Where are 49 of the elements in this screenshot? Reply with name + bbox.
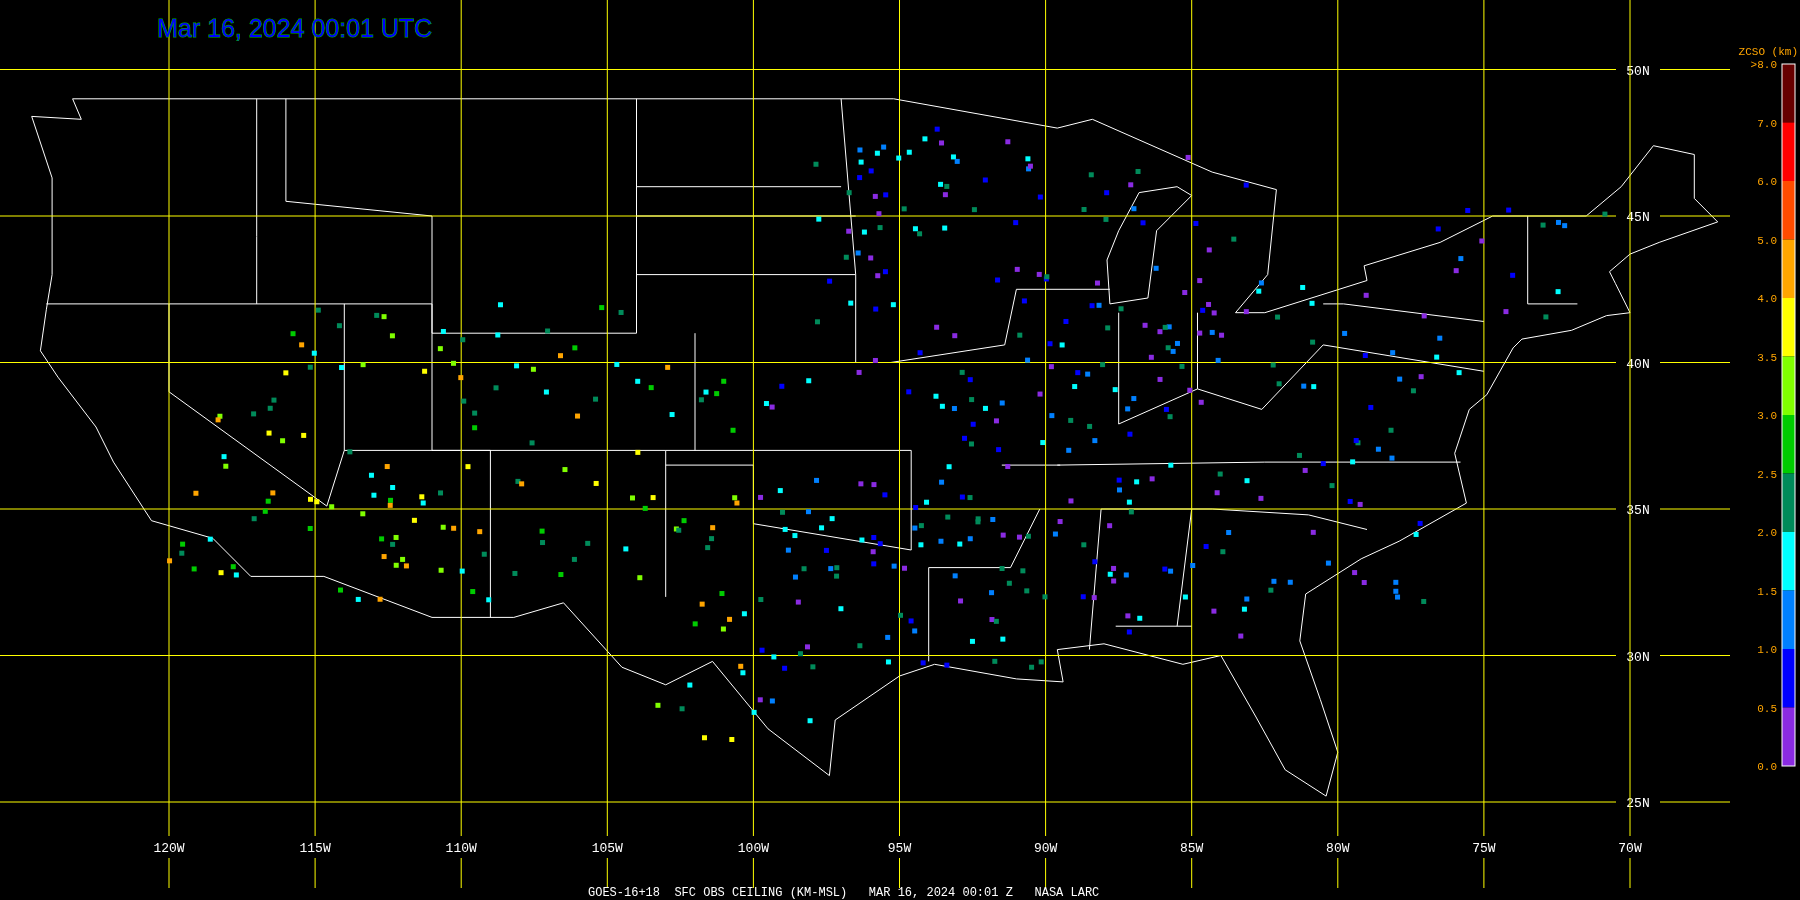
grid-line [1191, 857, 1193, 889]
scale-label: 1.0 [1757, 644, 1777, 656]
scale-label: 2.0 [1757, 527, 1777, 539]
grid-line [1659, 508, 1731, 510]
grid-line [752, 857, 754, 889]
grid-line [314, 857, 316, 889]
grid-line [1337, 857, 1339, 889]
latitude-label: 50N [1626, 63, 1650, 79]
latitude-label: 35N [1626, 503, 1650, 518]
scale-label: 3.0 [1757, 410, 1777, 422]
longitude-label: 80W [1326, 841, 1350, 856]
longitude-label: 70W [1618, 841, 1642, 856]
scale-label: 5.0 [1757, 234, 1777, 247]
scale-label: >8.0 [1750, 59, 1777, 71]
grid-line [1659, 69, 1731, 70]
scale-label: 3.5 [1757, 351, 1777, 364]
grid-line [1659, 215, 1731, 217]
legend-title: ZCSO (km) [1738, 46, 1798, 58]
grid-line [1659, 362, 1731, 363]
scale-label: 1.5 [1757, 585, 1777, 598]
latitude-label: 25N [1626, 796, 1650, 811]
grid-line [1659, 801, 1731, 803]
longitude-label: 90W [1033, 841, 1058, 856]
grid-line [606, 857, 608, 889]
scale-label: 7.0 [1757, 117, 1777, 130]
longitude-label: 120W [153, 841, 185, 856]
scale-label: 4.0 [1757, 293, 1777, 305]
grid-line [460, 857, 462, 889]
grid-line [1045, 857, 1047, 889]
scale-label: 2.5 [1757, 468, 1777, 481]
longitude-label: 110W [445, 841, 477, 856]
grid-line [168, 857, 170, 889]
scale-label: 6.0 [1757, 176, 1777, 188]
scale-label: 0.5 [1757, 702, 1777, 715]
grid-line [1483, 857, 1485, 889]
longitude-label: 75W [1472, 841, 1496, 856]
longitude-label: 105W [591, 841, 623, 856]
scale-label: 0.0 [1757, 761, 1777, 773]
latitude-label: 30N [1626, 649, 1650, 665]
grid-line [1629, 857, 1631, 889]
longitude-label: 95W [887, 841, 912, 856]
grid-line [899, 857, 900, 889]
latitude-label: 45N [1626, 210, 1650, 225]
latitude-label: 40N [1626, 356, 1650, 372]
caption: GOES-16+18 SFC OBS CEILING (KM-MSL) MAR 16, 2024 00:01 Z NASA LARC [588, 886, 1100, 900]
longitude-label: 100W [737, 841, 769, 856]
grid-line [1659, 655, 1731, 656]
longitude-label: 85W [1180, 841, 1204, 856]
longitude-label: 115W [299, 841, 331, 856]
